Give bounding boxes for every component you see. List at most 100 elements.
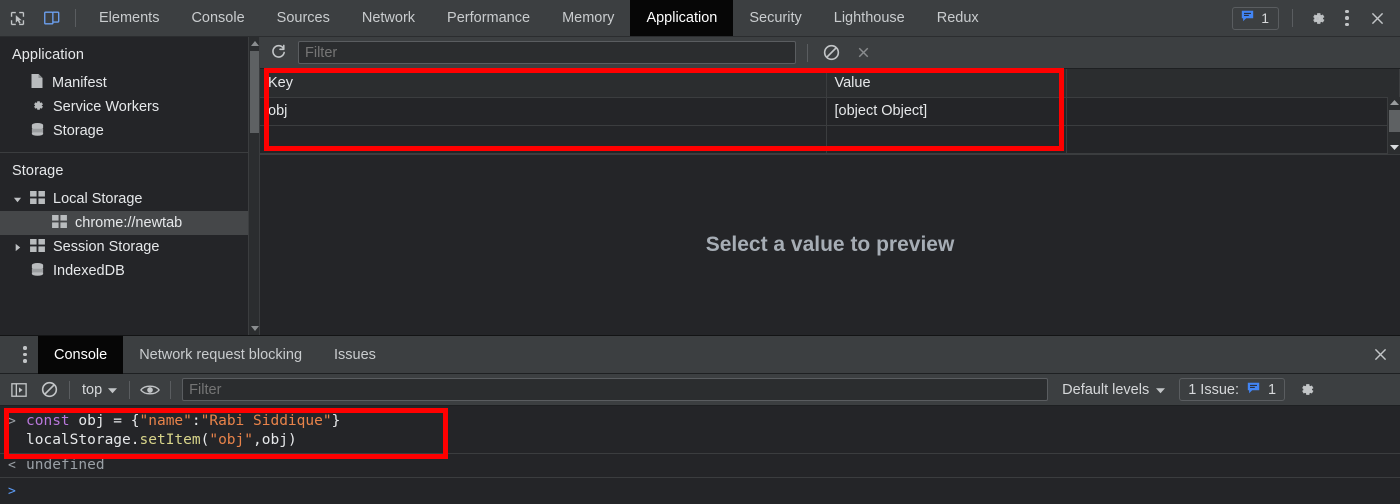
drawer-more-tabs-icon[interactable]: [12, 340, 38, 370]
cell-key[interactable]: obj: [260, 97, 827, 126]
tab-elements[interactable]: Elements: [83, 0, 175, 37]
inspect-cursor-icon[interactable]: [0, 0, 34, 36]
live-expression-eye-icon[interactable]: [135, 377, 165, 403]
scroll-up-arrow-icon[interactable]: [1388, 97, 1400, 109]
console-result-arrow-icon: <: [8, 458, 16, 473]
table-grid-icon: [52, 214, 67, 232]
log-levels-dropdown[interactable]: Default levels: [1054, 378, 1173, 402]
tab-performance[interactable]: Performance: [431, 0, 546, 37]
cell-value[interactable]: [object Object]: [826, 97, 1067, 126]
table-row[interactable]: obj [object Object]: [260, 97, 1400, 126]
refresh-icon[interactable]: [266, 41, 290, 65]
toolbar-divider: [75, 9, 76, 27]
clear-all-block-icon[interactable]: [819, 41, 843, 65]
code-comma: ,: [253, 432, 262, 448]
delete-selected-x-icon[interactable]: [851, 41, 875, 65]
console-sidebar-icon[interactable]: [4, 377, 34, 403]
tab-redux[interactable]: Redux: [921, 0, 995, 37]
cell-empty-value: [826, 125, 1067, 154]
device-toolbar-icon[interactable]: [34, 0, 68, 36]
sidebar-item-indexeddb[interactable]: IndexedDB: [0, 259, 259, 283]
panel-tabs: Elements Console Sources Network Perform…: [83, 0, 995, 37]
gear-icon[interactable]: [1300, 0, 1334, 36]
close-icon[interactable]: [1360, 0, 1394, 36]
application-panel: Application Manifest Service Workers Sto…: [0, 37, 1400, 335]
tab-network[interactable]: Network: [346, 0, 431, 37]
scroll-down-arrow-icon[interactable]: [249, 322, 259, 335]
console-prompt-icon: >: [8, 414, 16, 429]
console-drawer: Console Network request blocking Issues: [0, 335, 1400, 504]
console-filter-input[interactable]: [182, 378, 1049, 401]
value-preview-placeholder: Select a value to preview: [260, 154, 1400, 335]
console-result-text: undefined: [26, 457, 105, 473]
table-scrollbar[interactable]: [1387, 97, 1400, 154]
sidebar-item-chrome-newtab[interactable]: chrome://newtab: [0, 211, 259, 235]
chevron-down-icon: [108, 382, 118, 398]
column-header-key[interactable]: Key: [260, 69, 827, 98]
drawer-close-icon[interactable]: [1360, 336, 1400, 374]
database-icon: [30, 262, 45, 281]
console-toolbar: top Default levels 1 Is: [0, 374, 1400, 406]
sidebar-section-storage: Storage: [12, 163, 64, 179]
code-keyword-const: const: [26, 413, 70, 429]
key-value-table: Key Value obj [object Object]: [260, 69, 1400, 154]
console-toolbar-divider-2: [129, 380, 131, 399]
console-result-message: < undefined: [0, 453, 1400, 478]
tab-memory[interactable]: Memory: [546, 0, 630, 37]
console-issues-badge[interactable]: 1 Issue: 1: [1179, 378, 1286, 401]
gear-icon[interactable]: [1291, 377, 1321, 403]
code-arg-obj: obj: [261, 432, 288, 448]
sidebar-item-session-storage[interactable]: Session Storage: [0, 235, 259, 259]
sidebar-scrollbar[interactable]: [248, 37, 259, 335]
console-toolbar-divider: [69, 380, 70, 399]
storage-filter-input[interactable]: [298, 41, 796, 64]
code-arg-string: "obj": [209, 432, 253, 448]
sidebar-item-manifest[interactable]: Manifest: [0, 71, 259, 95]
code-brace-close: }: [331, 413, 341, 429]
console-input-prompt-row[interactable]: >: [0, 478, 1400, 501]
code-string-value: "Rabi Siddique": [200, 413, 332, 429]
table-scrollbar-thumb[interactable]: [1389, 110, 1400, 132]
console-issues-label: 1 Issue:: [1188, 381, 1239, 398]
devtools-toolbar: Elements Console Sources Network Perform…: [0, 0, 1400, 37]
code-method-setitem: setItem: [139, 432, 201, 448]
local-storage-view: Key Value obj [object Object]: [260, 37, 1400, 335]
more-options-icon[interactable]: [1334, 3, 1360, 33]
cell-filler: [1066, 97, 1400, 126]
console-issues-count: 1: [1268, 381, 1277, 398]
chevron-down-icon[interactable]: [12, 195, 22, 204]
tab-sources[interactable]: Sources: [261, 0, 346, 37]
sidebar-item-storage[interactable]: Storage: [0, 119, 259, 143]
sidebar-item-label: Manifest: [52, 75, 107, 91]
sidebar-item-label: Session Storage: [53, 239, 160, 255]
table-grid-icon: [30, 238, 45, 256]
code-object-localstorage: localStorage: [26, 432, 131, 448]
gear-icon: [30, 98, 45, 117]
storage-filter-toolbar: [260, 37, 1400, 69]
clear-console-block-icon[interactable]: [34, 377, 64, 403]
tab-lighthouse[interactable]: Lighthouse: [818, 0, 921, 37]
drawer-tab-network-request-blocking[interactable]: Network request blocking: [123, 336, 318, 374]
tab-console[interactable]: Console: [175, 0, 260, 37]
sidebar-item-service-workers[interactable]: Service Workers: [0, 95, 259, 119]
drawer-tab-issues[interactable]: Issues: [318, 336, 392, 374]
table-empty-row[interactable]: [260, 125, 1400, 154]
tab-security[interactable]: Security: [733, 0, 817, 37]
toolbar-divider-2: [1292, 9, 1293, 27]
chevron-right-icon[interactable]: [12, 243, 22, 252]
sidebar-item-label: IndexedDB: [53, 263, 125, 279]
sidebar-item-label: Service Workers: [53, 99, 160, 115]
sidebar-scrollbar-thumb[interactable]: [250, 51, 259, 133]
console-input-message[interactable]: > const obj = {"name":"Rabi Siddique"} lo…: [0, 406, 1400, 453]
column-header-value[interactable]: Value: [826, 69, 1067, 98]
scroll-down-arrow-icon[interactable]: [1388, 142, 1400, 154]
code-string-key: "name": [139, 413, 192, 429]
issues-badge[interactable]: 1: [1232, 6, 1279, 30]
code-decl-name: obj = {: [69, 413, 140, 429]
tab-application[interactable]: Application: [630, 0, 734, 37]
sidebar-item-local-storage[interactable]: Local Storage: [0, 187, 259, 211]
drawer-tab-console[interactable]: Console: [38, 335, 124, 374]
issues-badge-count: 1: [1261, 10, 1269, 26]
scroll-up-arrow-icon[interactable]: [249, 37, 259, 50]
execution-context-dropdown[interactable]: top: [75, 378, 124, 402]
